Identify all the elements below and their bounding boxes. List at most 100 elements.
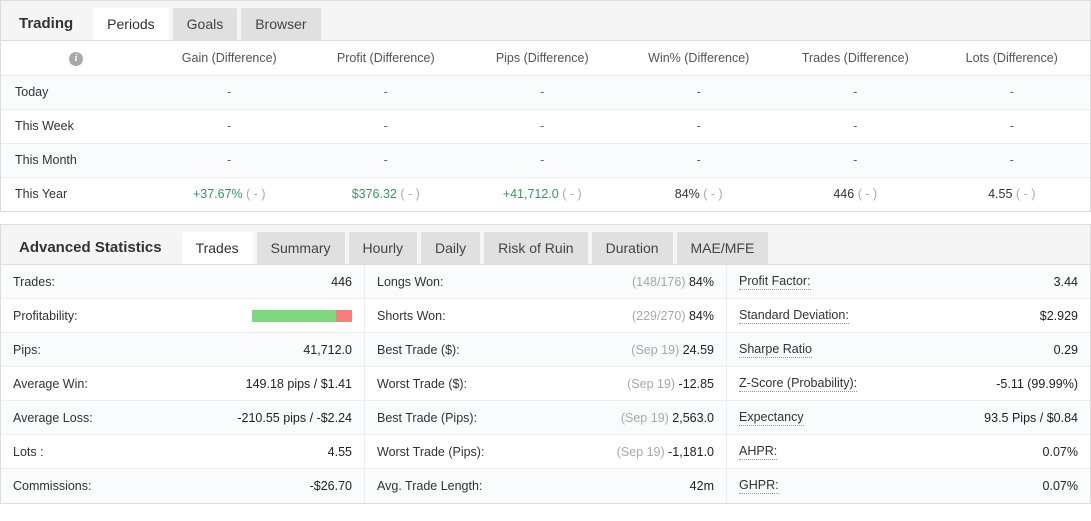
empty-value: - xyxy=(697,153,701,167)
statistics-tab-hourly[interactable]: Hourly xyxy=(349,232,417,264)
empty-value: - xyxy=(540,153,544,167)
page-root: TradingPeriodsGoalsBrowser i Gain (Differ… xyxy=(0,0,1091,521)
metric-difference: ( - ) xyxy=(559,187,582,201)
stat-row-longs-won: Longs Won:(148/176) 84% xyxy=(365,265,726,299)
metric-value: 84% xyxy=(675,187,700,201)
period-cell-win-difference: 84% ( - ) xyxy=(621,177,778,211)
stat-value-prefix: (Sep 19) xyxy=(627,377,678,391)
stat-value: 93.5 Pips / $0.84 xyxy=(984,411,1078,425)
stat-value-prefix: (Sep 19) xyxy=(631,343,682,357)
metric-value: +37.67% xyxy=(193,187,243,201)
metric-value: $376.32 xyxy=(352,187,397,201)
stat-label: Worst Trade ($): xyxy=(377,377,467,391)
empty-value: - xyxy=(227,153,231,167)
stat-label[interactable]: Expectancy xyxy=(739,410,804,426)
stat-value: 41,712.0 xyxy=(303,343,352,357)
stat-row-shorts-won: Shorts Won:(229/270) 84% xyxy=(365,299,726,333)
stat-row-profitability: Profitability: xyxy=(1,299,364,333)
stat-label[interactable]: Standard Deviation: xyxy=(739,308,849,324)
stat-row-average-win: Average Win:149.18 pips / $1.41 xyxy=(1,367,364,401)
stat-value: 0.07% xyxy=(1043,445,1078,459)
periods-row-this-month: This Month - - - - - - xyxy=(1,143,1090,177)
advanced-statistics-panel: Advanced StatisticsTradesSummaryHourlyDa… xyxy=(0,224,1091,504)
empty-value: - xyxy=(697,119,701,133)
profitability-bar xyxy=(252,310,352,322)
stat-row-ahpr: AHPR: 0.07% xyxy=(727,435,1090,469)
stat-value-prefix: (229/270) xyxy=(632,309,689,323)
stat-label[interactable]: GHPR: xyxy=(739,478,779,494)
period-cell-pips-difference: - xyxy=(464,75,621,109)
statistics-tab-risk-of-ruin[interactable]: Risk of Ruin xyxy=(484,232,587,264)
periods-header-row: iGain (Difference)Profit (Difference)Pip… xyxy=(1,41,1090,75)
empty-value: - xyxy=(853,153,857,167)
period-cell-gain-difference: - xyxy=(151,75,308,109)
stat-label: Average Win: xyxy=(13,377,88,391)
stat-row-worst-trade-pips: Worst Trade (Pips): (Sep 19) -1,181.0 xyxy=(365,435,726,469)
empty-value: - xyxy=(1010,153,1014,167)
stat-label: Commissions: xyxy=(13,479,92,493)
stat-value: -$26.70 xyxy=(310,479,352,493)
periods-column-header-pips-difference: Pips (Difference) xyxy=(464,41,621,75)
stat-row-best-trade-pips: Best Trade (Pips):(Sep 19) 2,563.0 xyxy=(365,401,726,435)
stat-label[interactable]: Profit Factor: xyxy=(739,274,811,290)
empty-value: - xyxy=(1010,85,1014,99)
metric-difference: ( - ) xyxy=(700,187,723,201)
stat-label[interactable]: Z-Score (Probability): xyxy=(739,376,857,392)
stat-row-pips: Pips: 41,712.0 xyxy=(1,333,364,367)
periods-column-header-lots-difference: Lots (Difference) xyxy=(934,41,1091,75)
stat-row-ghpr: GHPR: 0.07% xyxy=(727,469,1090,503)
period-cell-pips-difference: - xyxy=(464,143,621,177)
statistics-tab-mae-mfe[interactable]: MAE/MFE xyxy=(677,232,769,264)
period-cell-gain-difference: - xyxy=(151,109,308,143)
period-cell-profit-difference: $376.32 ( - ) xyxy=(308,177,465,211)
stat-label[interactable]: AHPR: xyxy=(739,444,777,460)
period-label: This Month xyxy=(1,143,151,177)
stat-value: (148/176) 84% xyxy=(632,275,714,289)
empty-value: - xyxy=(227,85,231,99)
stat-label: Profitability: xyxy=(13,309,78,323)
period-cell-lots-difference: - xyxy=(934,109,1091,143)
stat-label[interactable]: Sharpe Ratio xyxy=(739,342,812,358)
metric-value: 4.55 xyxy=(988,187,1012,201)
statistics-tabstrip: Advanced StatisticsTradesSummaryHourlyDa… xyxy=(1,225,1090,265)
stat-value: (Sep 19) 24.59 xyxy=(631,343,714,357)
stat-value: (Sep 19) -12.85 xyxy=(627,377,714,391)
stat-value: 446 xyxy=(331,275,352,289)
period-label: This Week xyxy=(1,109,151,143)
period-cell-gain-difference: +37.67% ( - ) xyxy=(151,177,308,211)
stat-label: Trades: xyxy=(13,275,55,289)
stat-label: Pips: xyxy=(13,343,41,357)
stat-value: -210.55 pips / -$2.24 xyxy=(237,411,352,425)
periods-table: iGain (Difference)Profit (Difference)Pip… xyxy=(1,41,1090,211)
period-cell-lots-difference: - xyxy=(934,75,1091,109)
statistics-column-3: Profit Factor:3.44Standard Deviation:$2.… xyxy=(727,265,1090,503)
stat-value: 0.07% xyxy=(1043,479,1078,493)
periods-table-body: Today------This Week------This Month----… xyxy=(1,75,1090,211)
period-cell-win-difference: - xyxy=(621,143,778,177)
stat-value: $2.929 xyxy=(1040,309,1078,323)
stat-value: (Sep 19) -1,181.0 xyxy=(617,445,714,459)
empty-value: - xyxy=(697,85,701,99)
empty-value: - xyxy=(540,85,544,99)
statistics-column-2: Longs Won:(148/176) 84%Shorts Won:(229/2… xyxy=(364,265,727,503)
periods-tab-periods[interactable]: Periods xyxy=(93,8,168,40)
metric-difference: ( - ) xyxy=(397,187,420,201)
stat-value-prefix: (Sep 19) xyxy=(617,445,668,459)
period-label: Today xyxy=(1,75,151,109)
periods-tab-goals[interactable]: Goals xyxy=(173,8,238,40)
info-icon[interactable]: i xyxy=(69,52,83,66)
profitability-bar-loss xyxy=(336,310,352,322)
stat-row-trades: Trades: 446 xyxy=(1,265,364,299)
statistics-tab-daily[interactable]: Daily xyxy=(421,232,480,264)
metric-difference: ( - ) xyxy=(1012,187,1035,201)
statistics-column-1: Trades: 446 Profitability: Pips: 41,712.0 Ave… xyxy=(1,265,364,503)
periods-column-header-gain-difference: Gain (Difference) xyxy=(151,41,308,75)
periods-tab-browser[interactable]: Browser xyxy=(241,8,320,40)
statistics-tab-duration[interactable]: Duration xyxy=(592,232,673,264)
statistics-tab-trades[interactable]: Trades xyxy=(182,232,253,264)
periods-table-head: iGain (Difference)Profit (Difference)Pip… xyxy=(1,41,1090,75)
stat-label: Worst Trade (Pips): xyxy=(377,445,484,459)
statistics-tab-summary[interactable]: Summary xyxy=(257,232,345,264)
periods-tabstrip: TradingPeriodsGoalsBrowser xyxy=(1,1,1090,41)
empty-value: - xyxy=(384,153,388,167)
